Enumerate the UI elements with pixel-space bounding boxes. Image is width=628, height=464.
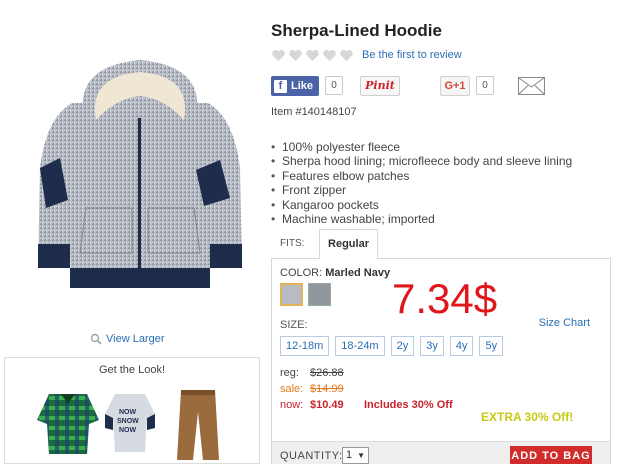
chevron-down-icon: ▼ [357, 451, 365, 460]
size-option[interactable]: 3y [420, 336, 444, 356]
feature-item: Kangaroo pockets [271, 198, 572, 212]
svg-text:SNOW: SNOW [117, 418, 139, 425]
heart-icon [289, 49, 302, 62]
size-option[interactable]: 18-24m [335, 336, 385, 356]
write-review-link[interactable]: Be the first to review [362, 49, 462, 61]
feature-item: 100% polyester fleece [271, 140, 572, 154]
google-plus-count: 0 [476, 76, 494, 95]
view-larger-label: View Larger [106, 333, 165, 345]
heart-icon [340, 49, 353, 62]
feature-item: Machine washable; imported [271, 212, 572, 226]
heart-icon [323, 49, 336, 62]
purchase-panel: COLOR: Marled Navy 7.34$ SIZE: Size Char… [271, 258, 611, 464]
size-option[interactable]: 5y [479, 336, 504, 356]
magnifier-icon [90, 333, 102, 345]
regular-price: $26.88 [310, 367, 344, 379]
quantity-label: QUANTITY: [280, 450, 343, 462]
size-label: SIZE: [280, 319, 308, 331]
quantity-bar: QUANTITY: 1 ▼ ADD TO BAG [272, 441, 610, 464]
add-to-bag-button[interactable]: ADD TO BAG [510, 446, 592, 464]
color-swatch-marled-navy[interactable] [280, 283, 303, 306]
size-option[interactable]: 2y [390, 336, 415, 356]
facebook-like-label: Like [291, 80, 314, 92]
extra-discount-badge: EXTRA 30% Off! [481, 410, 574, 424]
get-the-look-panel: Get the Look! NOW SNOW NOW [4, 357, 260, 464]
product-title: Sherpa-Lined Hoodie [271, 21, 442, 40]
facebook-like[interactable]: f Like 0 [271, 76, 344, 96]
discount-note: Includes 30% Off [364, 399, 453, 411]
size-option[interactable]: 4y [449, 336, 474, 356]
tab-regular-fit[interactable]: Regular [319, 229, 378, 259]
feature-item: Sherpa hood lining; microfleece body and… [271, 154, 572, 168]
price-overlay-text: 7.34$ [392, 275, 498, 322]
heart-icon [272, 49, 285, 62]
color-swatch-marled-grey[interactable] [308, 283, 331, 306]
rating-hearts[interactable] [271, 49, 354, 62]
size-chart-link[interactable]: Size Chart [539, 317, 590, 329]
google-plus[interactable]: G+1 0 [440, 76, 494, 96]
view-larger-link[interactable]: View Larger [90, 333, 165, 345]
feature-item: Features elbow patches [271, 169, 572, 183]
get-the-look-title: Get the Look! [98, 364, 166, 376]
google-plus-button[interactable]: G+1 [440, 76, 470, 96]
now-price-label: now: [280, 399, 304, 411]
pinterest-button[interactable]: Pinit [360, 76, 400, 96]
color-label: COLOR: Marled Navy [280, 267, 391, 279]
heart-icon [306, 49, 319, 62]
price-block: reg: $26.88 sale: $14.99 now: $10.49 Inc… [280, 365, 453, 413]
product-image[interactable] [24, 48, 256, 298]
color-value: Marled Navy [325, 267, 391, 279]
item-number: Item #140148107 [271, 106, 357, 118]
sale-price: $14.99 [310, 383, 344, 395]
quantity-select[interactable]: 1 ▼ [342, 447, 369, 464]
regular-price-label: reg: [280, 367, 299, 379]
svg-text:NOW: NOW [119, 427, 137, 434]
size-option[interactable]: 12-18m [280, 336, 330, 356]
svg-text:NOW: NOW [119, 409, 137, 416]
fits-label: FITS: [280, 238, 305, 249]
facebook-like-button[interactable]: f Like [271, 76, 320, 96]
size-options: 12-18m 18-24m 2y 3y 4y 5y [280, 336, 504, 356]
look-item-graphic-tee[interactable]: NOW SNOW NOW [105, 386, 155, 458]
facebook-like-count: 0 [325, 76, 344, 95]
look-item-pants[interactable] [173, 386, 223, 462]
facebook-icon: f [274, 79, 287, 93]
email-icon[interactable] [518, 77, 545, 95]
sale-price-label: sale: [280, 383, 304, 395]
feature-list: 100% polyester fleece Sherpa hood lining… [271, 140, 572, 226]
feature-item: Front zipper [271, 183, 572, 197]
now-price: $10.49 [310, 399, 344, 411]
look-item-plaid-shirt[interactable] [35, 386, 101, 458]
